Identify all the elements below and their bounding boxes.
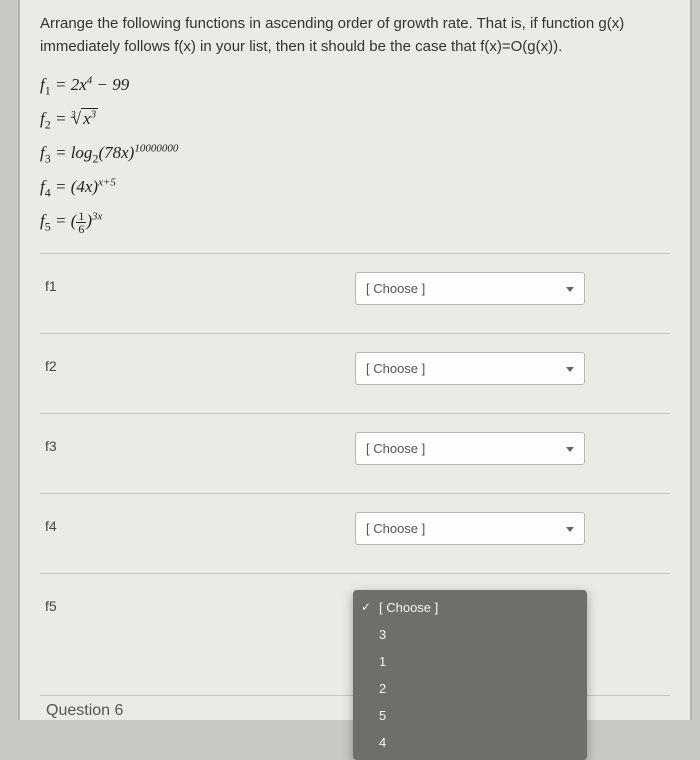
dropdown-option-1[interactable]: 1 <box>353 648 587 675</box>
row-label-f1: f1 <box>40 272 355 294</box>
row-label-f5: f5 <box>40 592 355 614</box>
dropdown-option-choose[interactable]: [ Choose ] <box>353 594 587 621</box>
table-row: f3 [ Choose ] <box>40 413 670 493</box>
formula-f5: f5 = (16)3x <box>40 209 670 235</box>
dropdown-option-5[interactable]: 5 <box>353 702 587 729</box>
formula-f2: f2 = 3√x3 <box>40 107 670 133</box>
table-row: f1 [ Choose ] <box>40 253 670 333</box>
row-label-f4: f4 <box>40 512 355 534</box>
row-select-f4: [ Choose ] <box>355 512 670 545</box>
select-f1[interactable]: [ Choose ] <box>355 272 585 305</box>
table-row: f2 [ Choose ] <box>40 333 670 413</box>
formula-list: f1 = 2x4 − 99 f2 = 3√x3 f3 = log2(78x)10… <box>40 73 670 236</box>
dropdown-option-4[interactable]: 4 <box>353 729 587 756</box>
formula-f4: f4 = (4x)x+5 <box>40 175 670 201</box>
table-row: f5 [ Choose ] [ Choose ] 3 1 2 5 4 <box>40 573 670 685</box>
formula-f1: f1 = 2x4 − 99 <box>40 73 670 99</box>
select-f2[interactable]: [ Choose ] <box>355 352 585 385</box>
select-f3[interactable]: [ Choose ] <box>355 432 585 465</box>
row-select-f2: [ Choose ] <box>355 352 670 385</box>
dropdown-menu: [ Choose ] 3 1 2 5 4 <box>353 590 587 760</box>
row-select-f3: [ Choose ] <box>355 432 670 465</box>
table-row: f4 [ Choose ] <box>40 493 670 573</box>
row-select-f1: [ Choose ] <box>355 272 670 305</box>
select-f4[interactable]: [ Choose ] <box>355 512 585 545</box>
row-label-f2: f2 <box>40 352 355 374</box>
row-select-f5: [ Choose ] [ Choose ] 3 1 2 5 4 <box>355 592 670 625</box>
answer-table: f1 [ Choose ] f2 [ Choose ] f3 [ Choose … <box>40 253 670 685</box>
dropdown-option-2[interactable]: 2 <box>353 675 587 702</box>
question-instructions: Arrange the following functions in ascen… <box>40 12 670 59</box>
dropdown-option-3[interactable]: 3 <box>353 621 587 648</box>
question-page: Arrange the following functions in ascen… <box>18 0 692 720</box>
formula-f3: f3 = log2(78x)10000000 <box>40 141 670 167</box>
row-label-f3: f3 <box>40 432 355 454</box>
